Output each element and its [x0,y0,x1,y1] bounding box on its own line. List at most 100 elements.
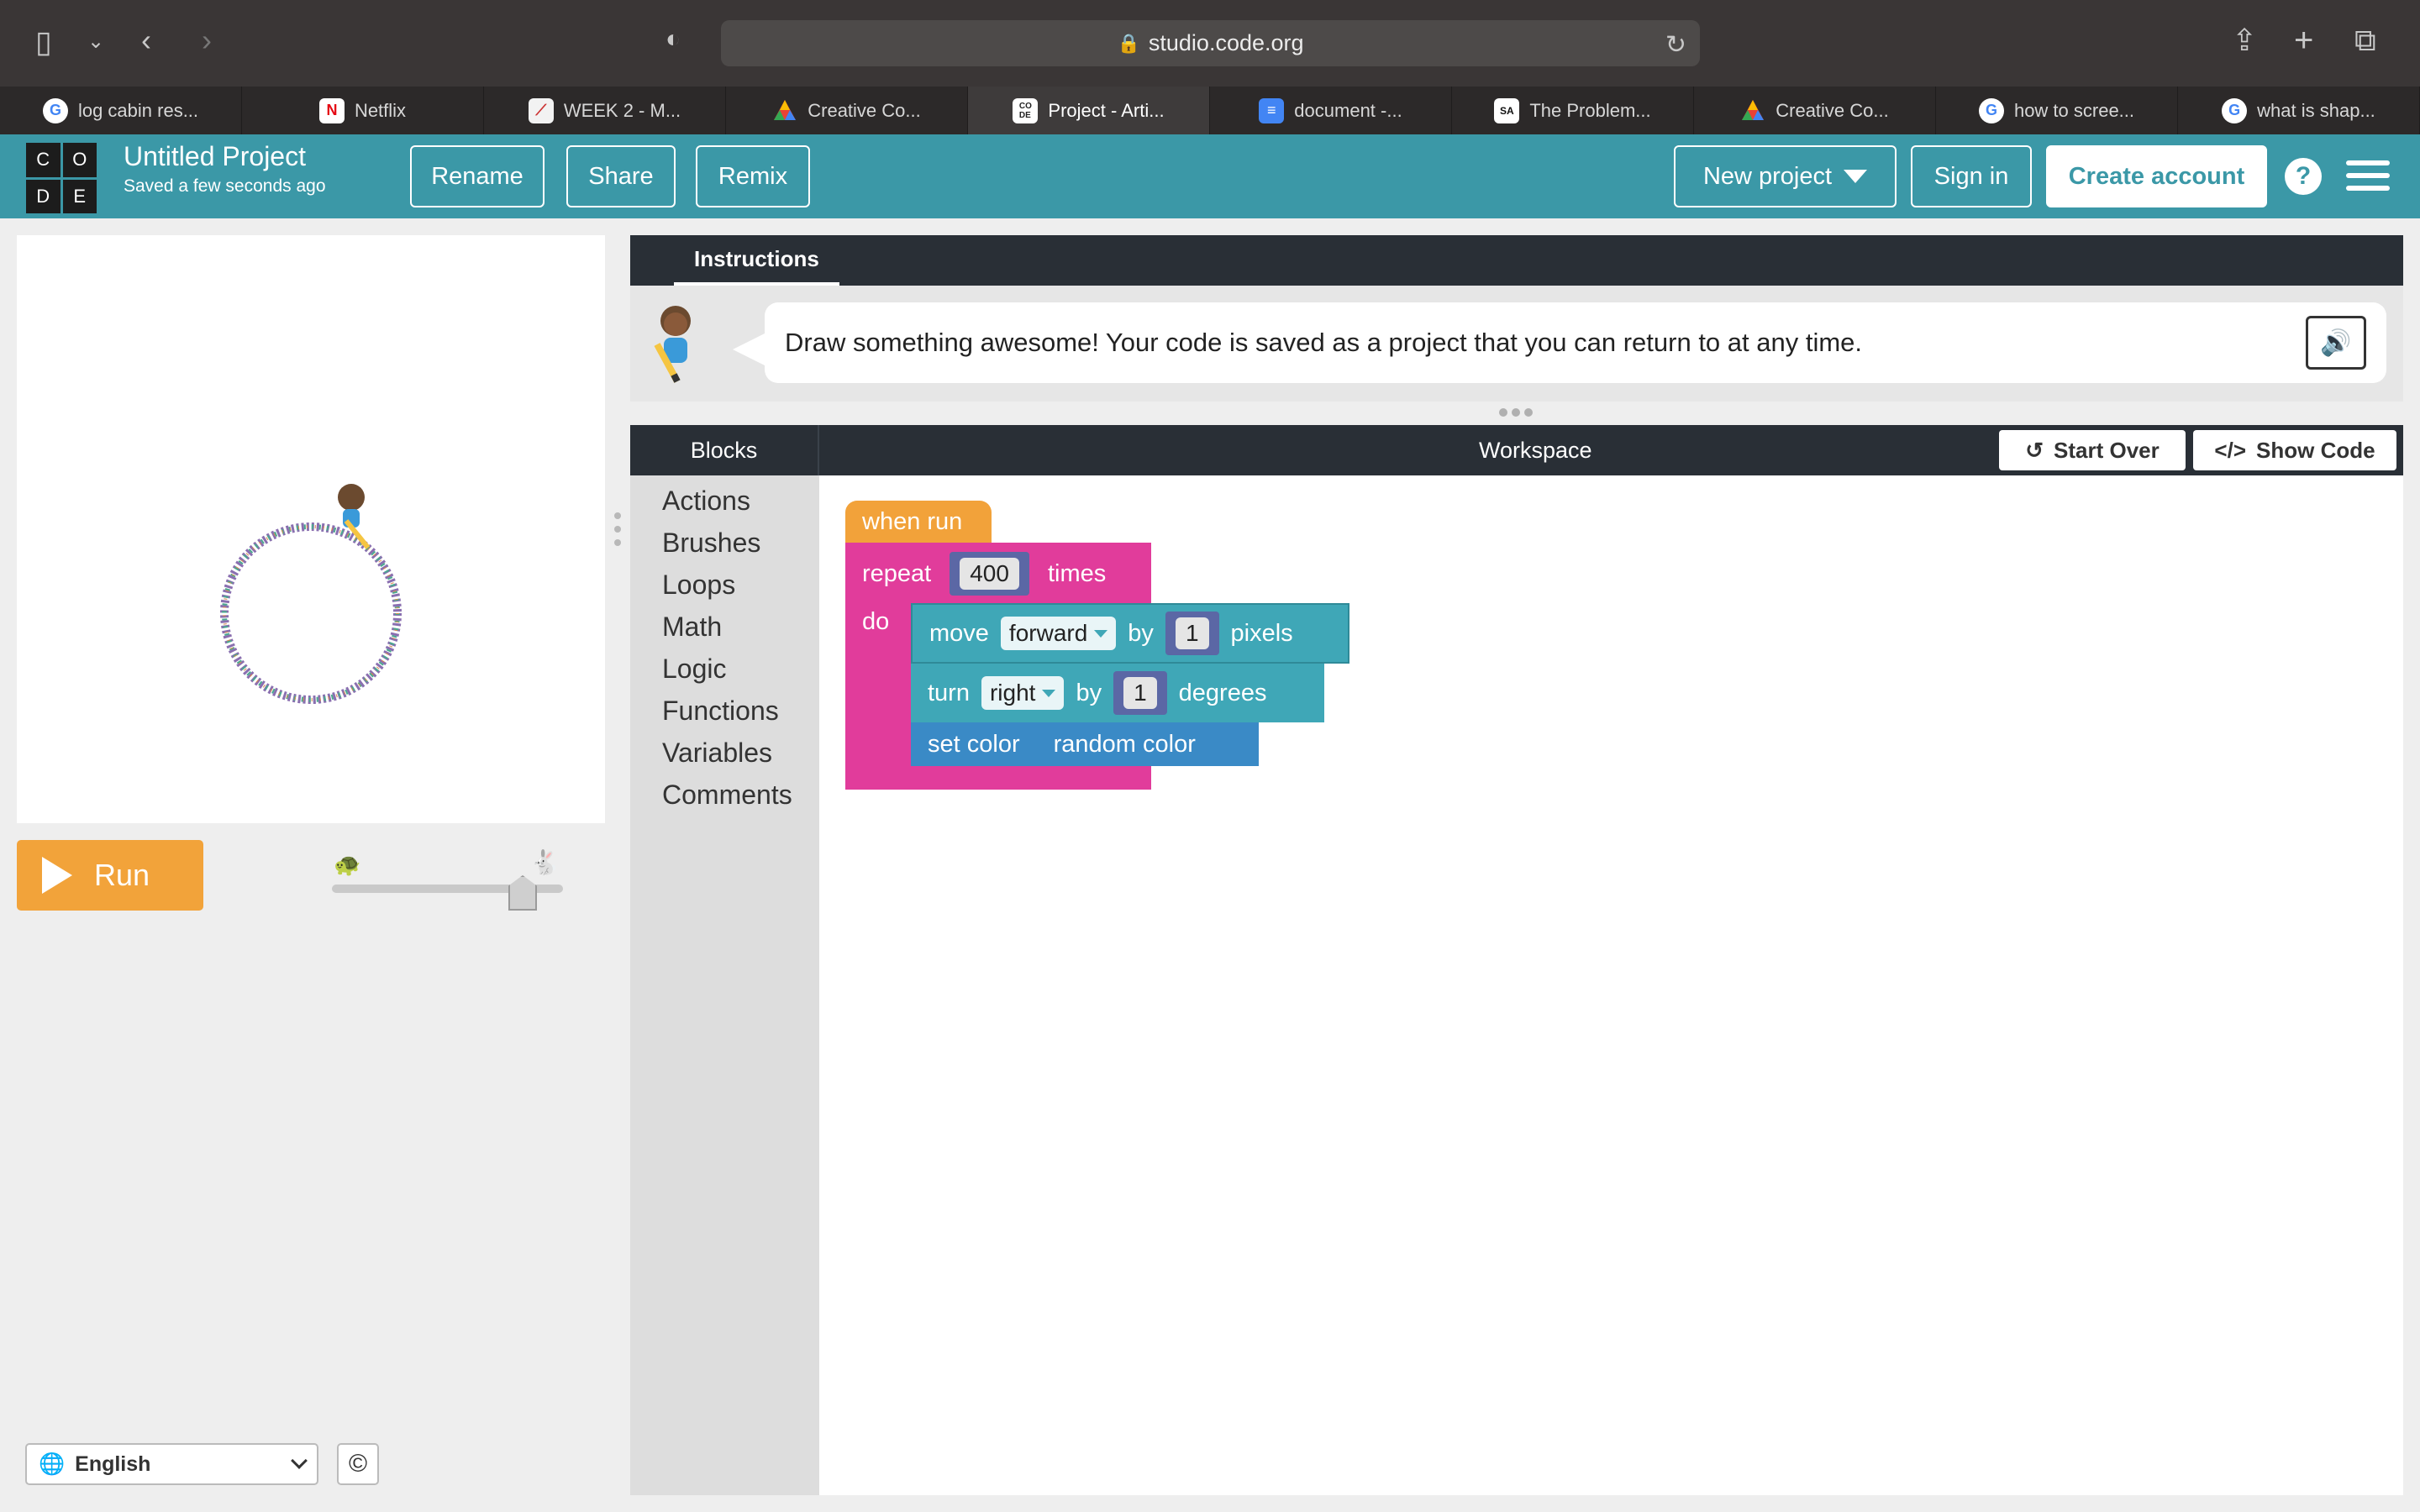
logo-letter: O [62,143,97,177]
repeat-count-slot[interactable]: 400 [950,552,1029,596]
tab[interactable]: ⟋ WEEK 2 - M... [484,87,726,134]
run-label: Run [94,858,150,892]
help-icon[interactable]: ? [2285,158,2322,195]
tab-overview-icon[interactable]: ⧉ [2354,25,2376,55]
language-select[interactable]: 🌐 English [25,1443,318,1485]
tab-active[interactable]: CO DE Project - Arti... [968,87,1210,134]
repeat-block-bottom [845,764,1151,790]
move-amount-slot[interactable]: 1 [1165,612,1219,655]
instructions-resize-handle[interactable] [1499,408,1533,417]
toolbox: Actions Brushes Loops Math Logic Functio… [630,475,819,1495]
category-loops[interactable]: Loops [662,570,735,601]
undo-icon: ↺ [2025,437,2044,463]
sign-in-button[interactable]: Sign in [1911,145,2032,207]
instructions-panel: Draw something awesome! Your code is sav… [630,286,2403,402]
remix-button[interactable]: Remix [696,145,810,207]
language-value: English [75,1452,151,1476]
privacy-shield-icon[interactable]: ◐ [666,27,681,52]
repeat-count-input[interactable]: 400 [960,558,1019,590]
hamburger-menu-icon[interactable] [2346,160,2390,191]
repeat-block[interactable]: repeat 400 times [845,543,1151,605]
category-variables[interactable]: Variables [662,738,772,769]
tab-label: Netflix [354,99,407,121]
tab[interactable]: Creative Co... [726,87,968,134]
tab[interactable]: Gwhat is shap... [2178,87,2420,134]
sciam-icon: SA [1494,97,1520,123]
move-amount-input[interactable]: 1 [1175,617,1209,649]
forward-icon[interactable]: › [202,25,212,55]
google-icon: G [42,97,68,123]
start-over-button[interactable]: ↺ Start Over [1999,430,2186,470]
share-icon[interactable]: ⇪ [2232,25,2257,55]
new-tab-icon[interactable]: + [2294,24,2313,57]
tab-label: The Problem... [1529,99,1651,121]
run-button[interactable]: Run [17,840,203,911]
code-org-logo[interactable]: C O D E [26,143,97,213]
do-label: do [862,608,890,635]
address-bar[interactable]: 🔒 studio.code.org ↻ [721,20,1700,66]
chevron-down-icon[interactable]: ⌄ [87,32,104,52]
code-org-icon: CO DE [1013,97,1039,123]
tab-label: what is shap... [2257,99,2375,121]
tab-label: log cabin res... [77,99,199,121]
project-title: Untitled Project [124,141,306,171]
reload-icon[interactable]: ↻ [1665,30,1686,60]
start-over-label: Start Over [2054,437,2160,463]
show-code-label: Show Code [2256,437,2375,463]
tab-label: Project - Arti... [1048,99,1165,121]
random-color-block[interactable]: random color [1044,730,1204,759]
move-direction-dropdown[interactable]: forward [1000,617,1117,650]
back-icon[interactable]: ‹ [141,25,151,55]
rename-button[interactable]: Rename [410,145,544,207]
category-logic[interactable]: Logic [662,654,727,685]
by-label: by [1076,679,1102,706]
turn-direction-dropdown[interactable]: right [981,676,1065,710]
category-math[interactable]: Math [662,612,722,643]
tab[interactable]: SA The Problem... [1452,87,1694,134]
when-run-block[interactable]: when run [845,501,992,543]
logo-letter: D [26,179,60,213]
tab-instructions[interactable]: Instructions [674,235,839,286]
tab-label: WEEK 2 - M... [563,99,681,121]
tab[interactable]: N Netflix [242,87,484,134]
turn-amount-input[interactable]: 1 [1123,677,1157,709]
new-project-label: New project [1702,162,1833,190]
text-to-speech-icon[interactable]: 🔊 [2306,316,2366,370]
tab[interactable]: Ghow to scree... [1936,87,2178,134]
drawing-canvas[interactable] [17,235,605,823]
tab[interactable]: Creative Co... [1694,87,1936,134]
category-comments[interactable]: Comments [662,780,792,811]
sidebar-toggle-icon[interactable]: ▯ [35,27,52,57]
browser-toolbar: ▯ ⌄ ‹ › ◐ 🔒 studio.code.org ↻ ⇪ + ⧉ [0,0,2420,87]
tab[interactable]: ≡ document -... [1210,87,1452,134]
category-functions[interactable]: Functions [662,696,779,727]
move-block[interactable]: move forward by 1 pixels [911,603,1349,664]
tab-label: Creative Co... [808,99,921,121]
category-actions[interactable]: Actions [662,486,750,517]
turn-amount-slot[interactable]: 1 [1113,671,1167,715]
by-label: by [1128,619,1154,647]
logo-letter: E [62,179,97,213]
blocks-label: Blocks [630,425,819,475]
netflix-icon: N [318,97,345,123]
copyright-button[interactable]: © [337,1443,379,1485]
tab-label: document -... [1294,99,1402,121]
panel-resize-handle[interactable] [614,512,621,546]
show-code-button[interactable]: </> Show Code [2193,430,2396,470]
speed-slider[interactable]: 🐢 🐇 [332,848,563,911]
tab[interactable]: Glog cabin res... [0,87,242,134]
category-brushes[interactable]: Brushes [662,528,760,559]
set-color-block[interactable]: set color random color [911,722,1259,766]
drawing-svg [220,484,402,704]
times-label: times [1047,559,1107,587]
degrees-label: degrees [1178,679,1267,706]
new-project-button[interactable]: New project [1674,145,1897,207]
turn-block[interactable]: turn right by 1 degrees [911,664,1324,722]
artist-avatar [338,484,371,549]
google-icon: G [2222,97,2248,123]
slider-thumb[interactable] [508,875,537,911]
chevron-down-icon [291,1452,308,1469]
google-icon: G [1978,97,2004,123]
create-account-button[interactable]: Create account [2046,145,2267,207]
share-button[interactable]: Share [566,145,676,207]
